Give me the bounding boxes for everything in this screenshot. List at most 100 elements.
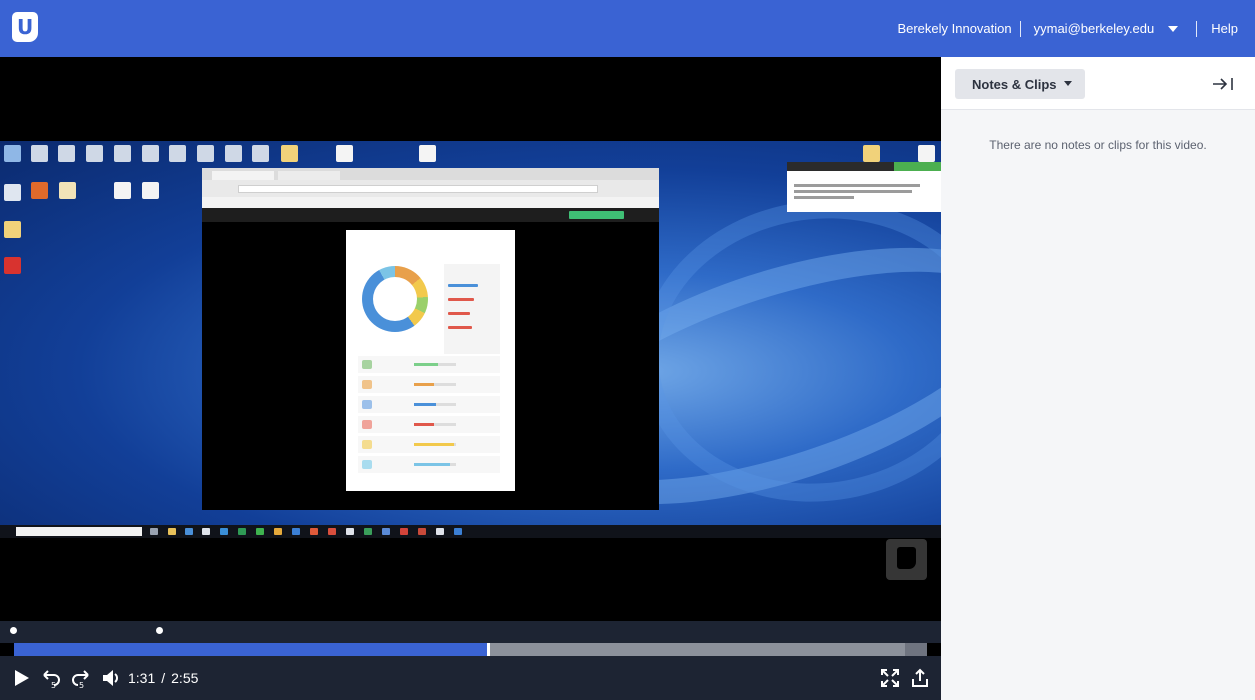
- taskbar-app: [418, 528, 426, 535]
- desktop-icon: [114, 145, 131, 162]
- category-track: [414, 443, 456, 446]
- play-icon[interactable]: [10, 667, 32, 689]
- duration: 2:55: [171, 670, 199, 686]
- desktop-icon: [4, 221, 21, 238]
- browser-address-bar: [238, 185, 598, 193]
- taskbar-app: [168, 528, 176, 535]
- video-player[interactable]: 5 5 1:31 / 2:55: [0, 57, 941, 700]
- notes-panel-header: Notes & Clips: [941, 57, 1255, 110]
- desktop-icon: [86, 145, 103, 162]
- logo-icon[interactable]: U: [12, 12, 38, 42]
- help-link[interactable]: Help: [1197, 21, 1255, 36]
- desktop-icon: [419, 145, 436, 162]
- prototype-green-button: [569, 211, 624, 219]
- forward-5-icon[interactable]: 5: [70, 667, 92, 690]
- control-bar: 5 5 1:31 / 2:55: [0, 656, 941, 700]
- category-row: [358, 376, 500, 393]
- desktop-icon: [4, 184, 21, 201]
- category-track: [414, 403, 456, 406]
- taskbar-app: [220, 528, 228, 535]
- category-row: [358, 456, 500, 473]
- category-row: [358, 436, 500, 453]
- clip-marker[interactable]: [10, 627, 17, 634]
- rewind-5-icon[interactable]: 5: [40, 667, 62, 690]
- taskbar-app: [238, 528, 246, 535]
- alert-bar: [448, 312, 470, 315]
- browser-tab: [212, 171, 274, 180]
- budget-alerts-card: [444, 264, 500, 354]
- collapse-panel-icon[interactable]: [1211, 75, 1235, 93]
- taskbar-app: [150, 528, 158, 535]
- browser-chrome: [202, 168, 659, 208]
- notes-panel: Notes & Clips There are no notes or clip…: [941, 57, 1255, 700]
- desktop-icon: [169, 145, 186, 162]
- notes-clips-dropdown[interactable]: Notes & Clips: [955, 69, 1085, 99]
- top-nav: Berekely Innovation yymai@berkeley.edu H…: [897, 0, 1255, 57]
- alert-bar: [448, 284, 478, 287]
- fullscreen-icon[interactable]: [879, 667, 901, 689]
- desktop-icon: [252, 145, 269, 162]
- task-text-line: [794, 196, 854, 199]
- task-text-line: [794, 190, 912, 193]
- organization-name: Berekely Innovation: [897, 21, 1012, 36]
- category-fill: [414, 363, 438, 366]
- user-email[interactable]: yymai@berkeley.edu: [1021, 21, 1169, 36]
- taskbar-app: [454, 528, 462, 535]
- category-track: [414, 463, 456, 466]
- taskbar-app: [328, 528, 336, 535]
- browser-bookmarks-bar: [202, 197, 659, 208]
- prototype-screen: [346, 230, 515, 491]
- svg-text:5: 5: [51, 681, 56, 689]
- recording-done-button: [894, 162, 941, 171]
- current-time: 1:31: [128, 670, 156, 686]
- desktop-icon: [918, 145, 935, 162]
- clip-marker[interactable]: [156, 627, 163, 634]
- desktop-icon: [336, 145, 353, 162]
- taskbar-app: [185, 528, 193, 535]
- played-range: [14, 643, 488, 656]
- category-fill: [414, 443, 454, 446]
- recording-bar: [787, 162, 941, 171]
- prototype-toolbar: [202, 208, 659, 222]
- taskbar-app: [310, 528, 318, 535]
- category-fill: [414, 383, 434, 386]
- category-fill: [414, 423, 434, 426]
- watermark-glyph: [897, 547, 916, 569]
- watermark-logo-icon: [886, 539, 927, 580]
- task-text-line: [794, 184, 920, 187]
- video-frame: [0, 141, 941, 538]
- volume-icon[interactable]: [100, 667, 122, 689]
- desktop-icon: [142, 145, 159, 162]
- category-track: [414, 363, 456, 366]
- taskbar-app: [202, 528, 210, 535]
- taskbar-app: [256, 528, 264, 535]
- category-row: [358, 396, 500, 413]
- chevron-down-icon: [1064, 81, 1072, 86]
- category-icon: [362, 440, 372, 449]
- playhead[interactable]: [486, 643, 490, 656]
- category-fill: [414, 403, 436, 406]
- time-display: 1:31 / 2:55: [128, 670, 198, 686]
- alert-bar: [448, 326, 472, 329]
- taskbar-app: [346, 528, 354, 535]
- alert-bar: [448, 298, 474, 301]
- chevron-down-icon[interactable]: [1168, 25, 1179, 32]
- recording-widget: [787, 162, 941, 212]
- marker-track[interactable]: [0, 621, 941, 643]
- expenses-donut-chart: [362, 266, 428, 332]
- taskbar-app: [274, 528, 282, 535]
- taskbar-app: [364, 528, 372, 535]
- desktop-icon: [59, 182, 76, 199]
- nav-divider: [1019, 20, 1021, 37]
- desktop-icon: [114, 182, 131, 199]
- desktop-icon: [58, 145, 75, 162]
- share-icon[interactable]: [909, 667, 931, 689]
- desktop-icon: [31, 182, 48, 199]
- progress-bar[interactable]: [14, 643, 927, 656]
- category-fill: [414, 463, 450, 466]
- nav-divider: [1196, 20, 1198, 37]
- desktop-icon: [863, 145, 880, 162]
- desktop-icon: [4, 145, 21, 162]
- desktop-icon: [4, 257, 21, 274]
- browser-tab: [278, 171, 340, 180]
